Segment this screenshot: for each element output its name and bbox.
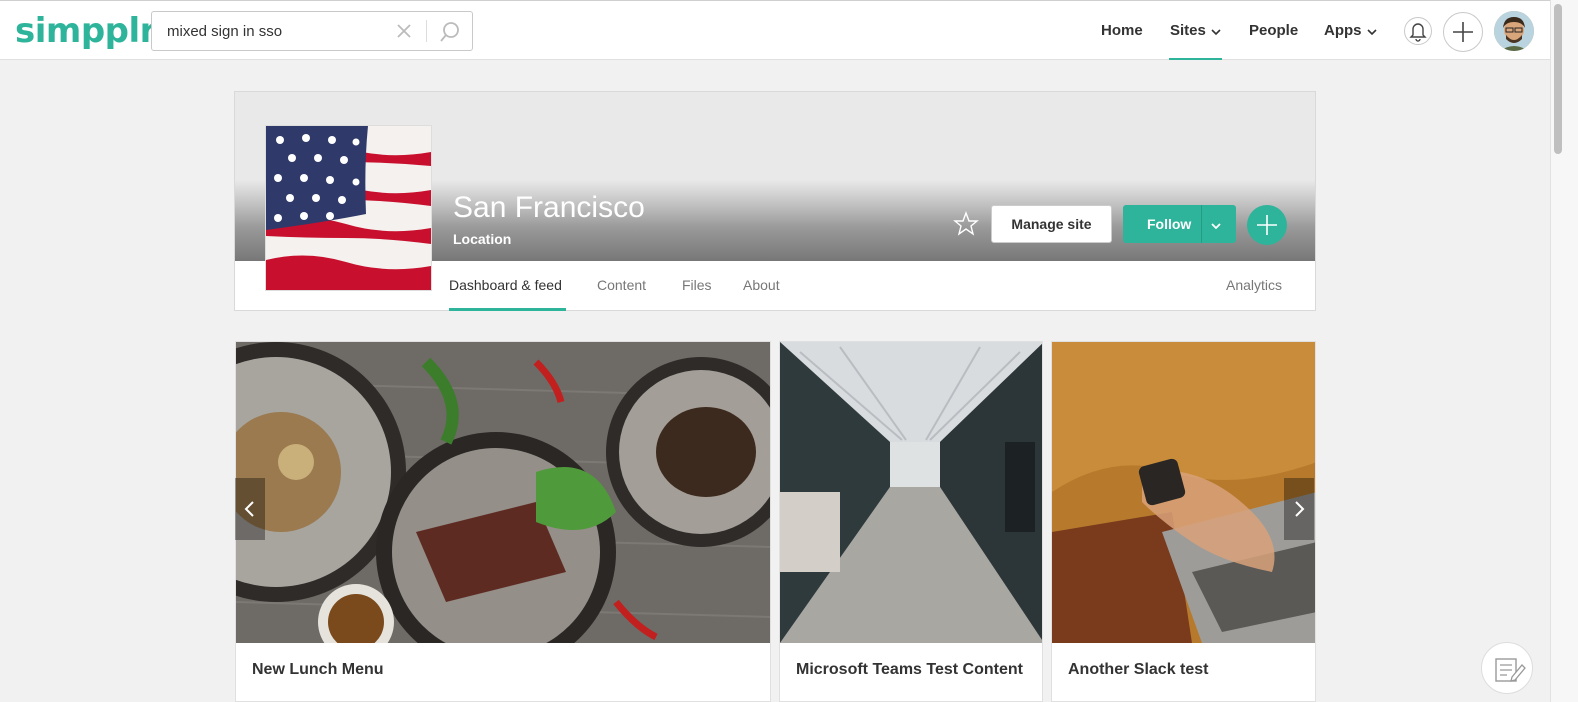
follow-button[interactable]: Follow (1123, 205, 1236, 243)
site-logo-flag (265, 125, 432, 291)
follow-label: Follow (1147, 216, 1192, 232)
add-content-button[interactable] (1247, 205, 1287, 245)
top-navigation-bar: simpplr. mixed sign in sso Home Sites Pe… (0, 0, 1550, 60)
chevron-down-icon (1211, 2, 1221, 61)
plus-icon (1257, 215, 1277, 235)
search-input[interactable]: mixed sign in sso (167, 23, 282, 40)
site-header: San Francisco Location Manage site Follo… (234, 91, 1316, 311)
tab-analytics[interactable]: Analytics (1226, 277, 1282, 293)
card-title[interactable]: New Lunch Menu (252, 661, 384, 679)
tab-content[interactable]: Content (597, 277, 646, 293)
close-icon[interactable] (394, 20, 414, 42)
avatar[interactable] (1494, 11, 1534, 51)
tab-files[interactable]: Files (682, 277, 712, 293)
nav-apps[interactable]: Apps (1324, 1, 1377, 60)
nav-home[interactable]: Home (1101, 1, 1143, 60)
carousel-card[interactable]: Another Slack test (1051, 341, 1316, 702)
chevron-right-icon (1295, 501, 1305, 517)
simpplr-logo[interactable]: simpplr. (15, 11, 164, 51)
tab-dashboard-feed[interactable]: Dashboard & feed (449, 277, 562, 293)
card-image-food (236, 342, 770, 643)
chevron-down-icon[interactable] (1210, 218, 1222, 234)
site-title: San Francisco (453, 191, 645, 224)
card-image-hallway (780, 342, 1042, 643)
carousel-card[interactable]: New Lunch Menu (235, 341, 771, 702)
site-type-label: Location (453, 231, 512, 247)
search-box[interactable]: mixed sign in sso (151, 11, 473, 51)
star-icon[interactable] (953, 211, 979, 237)
bell-icon[interactable] (1404, 17, 1432, 45)
chevron-down-icon (1366, 2, 1377, 61)
feedback-button[interactable] (1481, 642, 1533, 694)
nav-people-label: People (1249, 22, 1299, 39)
scrollbar-thumb[interactable] (1554, 4, 1562, 154)
feedback-icon (1495, 658, 1526, 682)
card-title[interactable]: Microsoft Teams Test Content (796, 661, 1023, 679)
tab-about[interactable]: About (743, 277, 780, 293)
search-divider (426, 20, 427, 42)
nav-apps-label: Apps (1324, 22, 1362, 39)
card-title[interactable]: Another Slack test (1068, 661, 1208, 679)
active-tab-indicator (449, 308, 566, 311)
nav-people[interactable]: People (1249, 1, 1298, 60)
nav-sites[interactable]: Sites (1169, 1, 1222, 60)
search-icon[interactable] (438, 20, 462, 44)
chevron-left-icon (244, 501, 254, 517)
follow-divider (1201, 205, 1202, 243)
manage-site-button[interactable]: Manage site (991, 205, 1112, 243)
carousel-card[interactable]: Microsoft Teams Test Content (779, 341, 1043, 702)
nav-home-label: Home (1101, 22, 1143, 39)
plus-icon (1453, 22, 1473, 42)
card-image-laptop (1052, 342, 1315, 643)
create-button[interactable] (1443, 12, 1483, 52)
nav-sites-label: Sites (1170, 22, 1206, 39)
carousel-next-button[interactable] (1284, 478, 1314, 540)
carousel-prev-button[interactable] (235, 478, 265, 540)
